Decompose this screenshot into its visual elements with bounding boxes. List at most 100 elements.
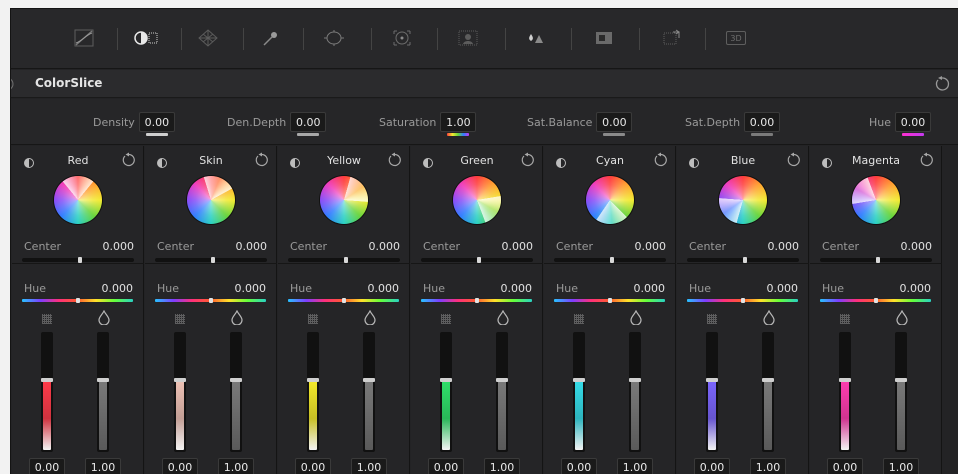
hue-slider[interactable] — [687, 298, 798, 303]
saturation-field[interactable]: 0.00 — [694, 458, 730, 474]
density-field[interactable]: 1.00 — [617, 458, 653, 474]
color-wheel[interactable] — [586, 176, 634, 224]
color-wheel[interactable] — [852, 176, 900, 224]
density-bar[interactable] — [230, 332, 242, 452]
saturation-bar-handle[interactable] — [706, 378, 718, 382]
density-bar-handle[interactable] — [230, 378, 242, 382]
density-bar-handle[interactable] — [363, 378, 375, 382]
saturation-field[interactable]: 0.00 — [561, 458, 597, 474]
density-bar-handle[interactable] — [629, 378, 641, 382]
density-field[interactable]: 0.00 — [138, 112, 175, 136]
reset-vector-icon[interactable] — [919, 152, 935, 168]
density-field[interactable]: 1.00 — [484, 458, 520, 474]
hue-slider-knob[interactable] — [608, 298, 612, 303]
hue-row-value[interactable]: 0.000 — [634, 282, 666, 295]
saturation-bar[interactable] — [41, 332, 53, 452]
colorslice-icon[interactable] — [133, 27, 159, 49]
hue-slider-knob[interactable] — [342, 298, 346, 303]
center-slider[interactable] — [421, 257, 533, 263]
saturation-field[interactable]: 0.00 — [428, 458, 464, 474]
reset-vector-icon[interactable] — [520, 152, 536, 168]
density-bar[interactable] — [496, 332, 508, 452]
saturation-bar[interactable] — [706, 332, 718, 452]
color-wheel[interactable] — [54, 176, 102, 224]
reset-vector-icon[interactable] — [121, 152, 137, 168]
center-value[interactable]: 0.000 — [901, 240, 933, 253]
reset-all-icon[interactable] — [933, 75, 951, 93]
hue-slider[interactable] — [554, 298, 665, 303]
saturation-bar-handle[interactable] — [307, 378, 319, 382]
density-bar[interactable] — [895, 332, 907, 452]
density-field[interactable]: 1.00 — [351, 458, 387, 474]
center-slider-knob[interactable] — [211, 257, 215, 263]
center-slider[interactable] — [554, 257, 666, 263]
saturation-bar-handle[interactable] — [174, 378, 186, 382]
saturation-bar-handle[interactable] — [440, 378, 452, 382]
saturation-bar-handle[interactable] — [573, 378, 585, 382]
hue-row-value[interactable]: 0.000 — [102, 282, 134, 295]
density-bar-handle[interactable] — [762, 378, 774, 382]
density-field[interactable]: 1.00 — [85, 458, 121, 474]
reset-vector-icon[interactable] — [254, 152, 270, 168]
hue-row-value[interactable]: 0.000 — [368, 282, 400, 295]
hue-field[interactable]: 0.00 — [895, 112, 932, 136]
reset-vector-icon[interactable] — [786, 152, 802, 168]
hue-row-value[interactable]: 0.000 — [767, 282, 799, 295]
center-slider-knob[interactable] — [78, 257, 82, 263]
saturation-field[interactable]: 1.00 — [440, 112, 477, 136]
color-warper-icon[interactable] — [195, 27, 221, 49]
center-slider[interactable] — [155, 257, 267, 263]
sat-depth-field[interactable]: 0.00 — [744, 112, 781, 136]
density-bar[interactable] — [363, 332, 375, 452]
key-icon[interactable] — [591, 27, 617, 49]
density-bar-handle[interactable] — [895, 378, 907, 382]
hue-slider-knob[interactable] — [475, 298, 479, 303]
den-depth-field[interactable]: 0.00 — [290, 112, 327, 136]
center-value[interactable]: 0.000 — [502, 240, 534, 253]
saturation-field[interactable]: 0.00 — [827, 458, 863, 474]
saturation-field[interactable]: 0.00 — [29, 458, 65, 474]
center-slider-knob[interactable] — [344, 257, 348, 263]
blur-icon[interactable] — [523, 27, 549, 49]
hue-slider-knob[interactable] — [874, 298, 878, 303]
hue-row-value[interactable]: 0.000 — [235, 282, 267, 295]
color-wheel[interactable] — [453, 176, 501, 224]
hue-slider[interactable] — [421, 298, 532, 303]
center-value[interactable]: 0.000 — [635, 240, 667, 253]
magic-mask-icon[interactable] — [455, 27, 481, 49]
hue-row-value[interactable]: 0.000 — [501, 282, 533, 295]
center-slider[interactable] — [687, 257, 799, 263]
center-slider[interactable] — [22, 257, 134, 263]
center-value[interactable]: 0.000 — [369, 240, 401, 253]
hue-slider[interactable] — [288, 298, 399, 303]
hue-slider-knob[interactable] — [209, 298, 213, 303]
collapse-left-icon[interactable] — [11, 75, 19, 93]
reset-vector-icon[interactable] — [653, 152, 669, 168]
saturation-bar-handle[interactable] — [41, 378, 53, 382]
density-bar[interactable] — [97, 332, 109, 452]
color-wheel[interactable] — [320, 176, 368, 224]
sat-balance-field[interactable]: 0.00 — [596, 112, 633, 136]
hue-slider[interactable] — [155, 298, 266, 303]
center-slider[interactable] — [288, 257, 400, 263]
saturation-bar[interactable] — [307, 332, 319, 452]
sizing-icon[interactable] — [659, 27, 685, 49]
saturation-bar-handle[interactable] — [839, 378, 851, 382]
window-icon[interactable] — [321, 27, 347, 49]
saturation-field[interactable]: 0.00 — [162, 458, 198, 474]
saturation-bar[interactable] — [440, 332, 452, 452]
saturation-bar[interactable] — [839, 332, 851, 452]
center-slider-knob[interactable] — [876, 257, 880, 263]
saturation-bar[interactable] — [573, 332, 585, 452]
density-bar[interactable] — [629, 332, 641, 452]
density-field[interactable]: 1.00 — [750, 458, 786, 474]
center-value[interactable]: 0.000 — [768, 240, 800, 253]
center-slider-knob[interactable] — [743, 257, 747, 263]
density-bar[interactable] — [762, 332, 774, 452]
center-slider-knob[interactable] — [610, 257, 614, 263]
tracker-icon[interactable] — [389, 27, 415, 49]
hue-slider-knob[interactable] — [76, 298, 80, 303]
3d-icon[interactable]: 3D — [723, 27, 749, 49]
center-value[interactable]: 0.000 — [236, 240, 268, 253]
hue-slider-knob[interactable] — [741, 298, 745, 303]
